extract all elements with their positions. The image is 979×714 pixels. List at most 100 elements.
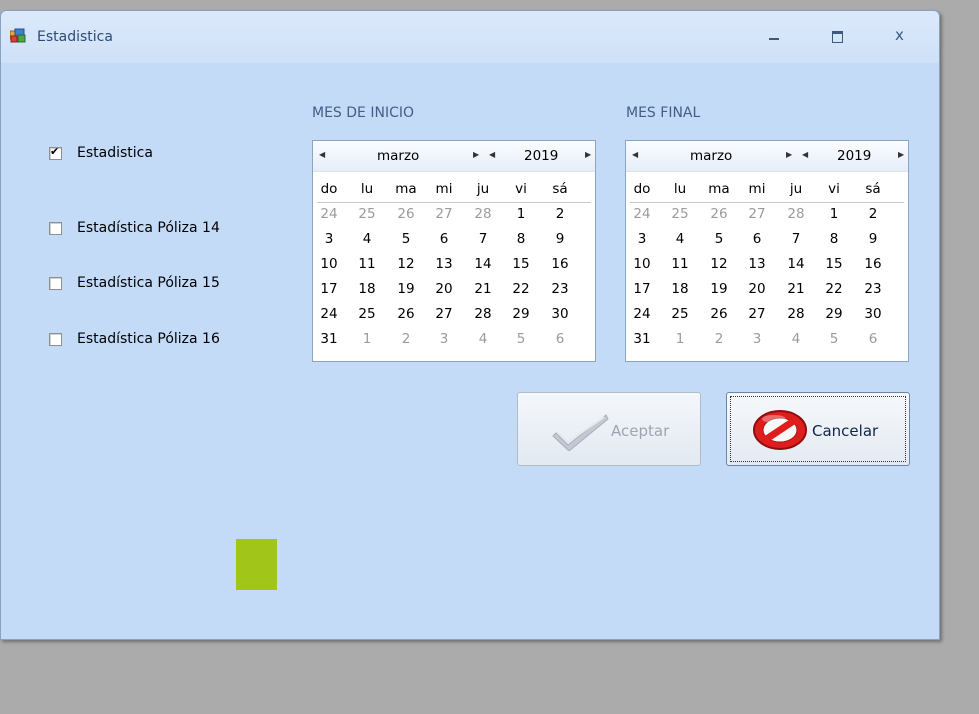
calendar-day[interactable]: 16 [861,255,885,273]
calendar-day[interactable]: 28 [471,205,495,223]
end-month-calendar[interactable]: ◀ marzo ▶ ◀ 2019 ▶ do lu ma mi ju vi sá 24 25 26 2… [625,140,909,362]
checkbox-box[interactable] [49,276,62,290]
calendar-day[interactable]: 28 [471,305,495,323]
calendar-day[interactable]: 28 [784,305,808,323]
calendar-day[interactable]: 11 [668,255,692,273]
calendar-day[interactable]: 14 [471,255,495,273]
calendar-day[interactable]: 25 [355,205,379,223]
checkbox-estadistica[interactable]: Estadistica [49,145,153,161]
calendar-day[interactable]: 2 [707,330,731,348]
calendar-day[interactable]: 6 [548,330,572,348]
calendar-day[interactable]: 5 [707,230,731,248]
checkbox-poliza-14[interactable]: Estadística Póliza 14 [49,220,220,236]
calendar-day[interactable]: 28 [784,205,808,223]
maximize-button[interactable] [827,27,849,45]
close-button[interactable]: x [891,26,913,45]
calendar-day[interactable]: 2 [861,205,885,223]
calendar-day[interactable]: 4 [355,230,379,248]
calendar-day[interactable]: 23 [548,280,572,298]
calendar-day[interactable]: 18 [355,280,379,298]
checkbox-poliza-15[interactable]: Estadística Póliza 15 [49,275,220,291]
calendar-day[interactable]: 10 [630,255,654,273]
prev-month-arrow-icon[interactable]: ◀ [632,150,638,159]
prev-month-arrow-icon[interactable]: ◀ [319,150,325,159]
calendar-day[interactable]: 17 [630,280,654,298]
calendar-day[interactable]: 20 [745,280,769,298]
accept-button[interactable]: Aceptar [517,392,701,466]
cancel-button[interactable]: Cancelar [726,392,910,466]
calendar-day[interactable]: 1 [509,205,533,223]
calendar-day[interactable]: 19 [394,280,418,298]
calendar-day[interactable]: 21 [784,280,808,298]
calendar-day[interactable]: 21 [471,280,495,298]
calendar-day[interactable]: 26 [394,205,418,223]
checkbox-box[interactable] [49,145,62,160]
calendar-day[interactable]: 9 [861,230,885,248]
calendar-day[interactable]: 18 [668,280,692,298]
calendar-day[interactable]: 4 [784,330,808,348]
checkbox-box[interactable] [49,221,62,235]
calendar-day[interactable]: 26 [707,205,731,223]
minimize-button[interactable] [764,27,786,45]
calendar-day[interactable]: 13 [432,255,456,273]
calendar-day[interactable]: 24 [630,205,654,223]
calendar-day[interactable]: 23 [861,280,885,298]
calendar-year[interactable]: 2019 [837,148,871,164]
prev-year-arrow-icon[interactable]: ◀ [489,150,495,159]
calendar-day[interactable]: 14 [784,255,808,273]
calendar-day[interactable]: 15 [509,255,533,273]
calendar-day[interactable]: 10 [317,255,341,273]
calendar-day[interactable]: 27 [432,205,456,223]
calendar-day[interactable]: 25 [355,305,379,323]
calendar-day[interactable]: 9 [548,230,572,248]
calendar-day[interactable]: 15 [822,255,846,273]
calendar-day[interactable]: 25 [668,305,692,323]
calendar-day[interactable]: 6 [432,230,456,248]
calendar-day[interactable]: 22 [822,280,846,298]
calendar-day[interactable]: 2 [394,330,418,348]
calendar-day[interactable]: 24 [630,305,654,323]
calendar-day[interactable]: 3 [432,330,456,348]
calendar-day[interactable]: 29 [822,305,846,323]
checkbox-poliza-16[interactable]: Estadística Póliza 16 [49,331,220,347]
calendar-day[interactable]: 6 [745,230,769,248]
calendar-day[interactable]: 26 [394,305,418,323]
calendar-day[interactable]: 12 [707,255,731,273]
calendar-day[interactable]: 3 [630,230,654,248]
calendar-day[interactable]: 8 [509,230,533,248]
title-bar[interactable]: Estadistica x [1,11,939,63]
checkbox-box[interactable] [49,332,62,346]
start-month-calendar[interactable]: ◀ marzo ▶ ◀ 2019 ▶ do lu ma mi ju vi sá 24 25 26 2… [312,140,596,362]
calendar-day[interactable]: 5 [394,230,418,248]
calendar-day[interactable]: 11 [355,255,379,273]
next-month-arrow-icon[interactable]: ▶ [473,150,479,159]
calendar-day[interactable]: 31 [630,330,654,348]
calendar-day[interactable]: 27 [745,305,769,323]
calendar-day[interactable]: 30 [861,305,885,323]
calendar-day[interactable]: 29 [509,305,533,323]
calendar-day[interactable]: 20 [432,280,456,298]
calendar-day[interactable]: 1 [668,330,692,348]
calendar-year[interactable]: 2019 [524,148,558,164]
calendar-day[interactable]: 7 [471,230,495,248]
calendar-month[interactable]: marzo [690,148,732,164]
calendar-day[interactable]: 30 [548,305,572,323]
calendar-day[interactable]: 7 [784,230,808,248]
calendar-day[interactable]: 27 [432,305,456,323]
calendar-day[interactable]: 24 [317,205,341,223]
calendar-day[interactable]: 25 [668,205,692,223]
calendar-day[interactable]: 8 [822,230,846,248]
calendar-day[interactable]: 12 [394,255,418,273]
calendar-day[interactable]: 22 [509,280,533,298]
calendar-day[interactable]: 5 [822,330,846,348]
calendar-day[interactable]: 13 [745,255,769,273]
calendar-day[interactable]: 31 [317,330,341,348]
calendar-day[interactable]: 6 [861,330,885,348]
calendar-day[interactable]: 26 [707,305,731,323]
next-year-arrow-icon[interactable]: ▶ [898,150,904,159]
calendar-day[interactable]: 16 [548,255,572,273]
calendar-day[interactable]: 4 [471,330,495,348]
calendar-day[interactable]: 24 [317,305,341,323]
calendar-day[interactable]: 1 [822,205,846,223]
calendar-day[interactable]: 19 [707,280,731,298]
